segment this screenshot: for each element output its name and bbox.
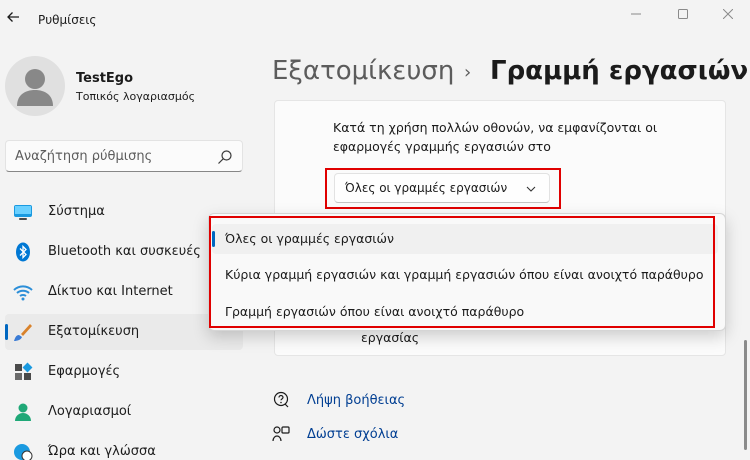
feedback-icon <box>272 426 290 442</box>
maximize-button[interactable] <box>671 4 695 24</box>
bluetooth-icon <box>16 242 30 262</box>
help-icon <box>273 391 289 408</box>
sidebar-item-label: Εφαρμογές <box>48 364 121 379</box>
sidebar-item-label: Bluetooth και συσκευές <box>48 244 201 259</box>
sidebar-item-label: Δίκτυο και Internet <box>48 284 173 299</box>
maximize-icon <box>678 9 688 19</box>
breadcrumb-parent[interactable]: Εξατομίκευση <box>272 56 454 86</box>
minimize-icon <box>631 13 641 15</box>
title-bar: Ρυθμίσεις <box>0 0 750 40</box>
sidebar-item-time-language[interactable]: Ώρα και γλώσσα <box>5 434 243 460</box>
obscured-setting-text: εργασίας <box>361 330 420 345</box>
highlight-box <box>325 168 561 209</box>
sidebar-item-apps[interactable]: Εφαρμογές <box>5 354 243 390</box>
app-title: Ρυθμίσεις <box>38 13 97 27</box>
brush-icon <box>14 324 32 341</box>
breadcrumb-separator: › <box>464 62 472 83</box>
sidebar-item-label: Λογαριασμοί <box>48 404 132 419</box>
apps-icon <box>15 362 33 380</box>
search-input[interactable]: Αναζήτηση ρύθμισης <box>5 140 243 172</box>
close-icon <box>723 9 733 19</box>
close-button[interactable] <box>716 4 740 24</box>
sidebar-item-label: Ώρα και γλώσσα <box>48 444 156 459</box>
setting-description: Κατά τη χρήση πολλών οθονών, να εμφανίζο… <box>333 120 658 154</box>
avatar[interactable] <box>5 56 65 116</box>
sidebar-item-accounts[interactable]: Λογαριασμοί <box>5 394 243 430</box>
sidebar-item-label: Εξατομίκευση <box>48 324 140 339</box>
search-placeholder: Αναζήτηση ρύθμισης <box>15 149 153 164</box>
monitor-icon <box>14 205 32 220</box>
account-type: Τοπικός λογαριασμός <box>76 90 196 103</box>
person-icon <box>17 69 53 106</box>
highlight-box <box>209 216 715 328</box>
page-title: Γραμμή εργασιών <box>490 56 749 86</box>
globe-clock-icon <box>14 444 33 460</box>
minimize-button[interactable] <box>624 4 648 24</box>
account-icon <box>15 403 31 421</box>
get-help-link[interactable]: Λήψη βοήθειας <box>307 393 405 408</box>
sidebar-item-label: Σύστημα <box>48 204 105 219</box>
active-indicator <box>5 324 8 340</box>
user-name: TestEgo <box>76 71 134 86</box>
back-arrow-icon <box>7 12 19 22</box>
search-icon <box>218 150 232 164</box>
give-feedback-link[interactable]: Δώστε σχόλια <box>307 427 398 442</box>
scrollbar[interactable] <box>744 340 747 450</box>
back-button[interactable] <box>2 6 24 28</box>
wifi-icon <box>13 285 33 301</box>
